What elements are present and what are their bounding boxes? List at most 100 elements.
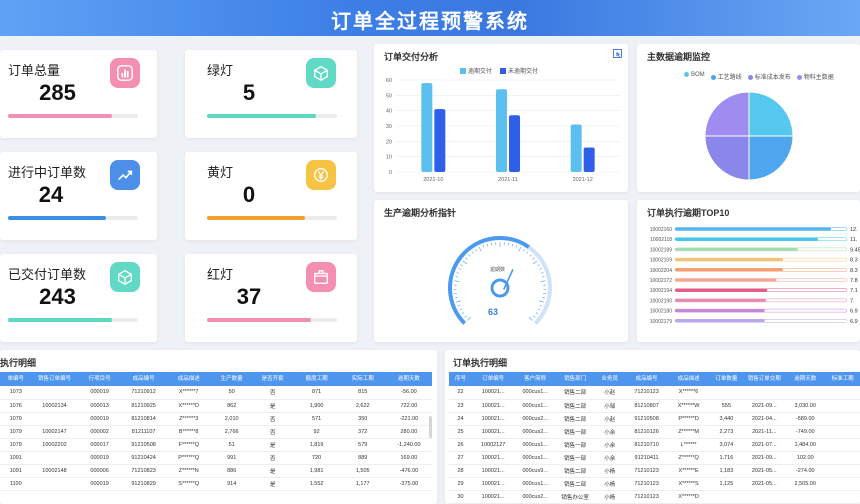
table-cell: 280.00	[385, 425, 432, 439]
column-header[interactable]: 实际工期	[339, 372, 386, 386]
column-header[interactable]: 是否齐套	[251, 372, 294, 386]
table-row[interactable]: 1079 10002147 000002 81211107 B******8 2,766 否…	[0, 425, 432, 439]
column-header[interactable]: 成品编号	[625, 372, 668, 386]
table-cell: 81211107	[121, 425, 166, 439]
table-row[interactable]: 24 100021... 000cus2... 销售二部 小赵 91210508 P****…	[449, 412, 860, 426]
table-cell: 2021-11...	[743, 425, 786, 439]
page-title: 订单全过程预警系统	[331, 11, 529, 33]
bar	[583, 147, 595, 172]
table-cell: 71210123	[625, 464, 668, 478]
table-row[interactable]: 1079 10002202 000017 91210508 F******Q 51 是 1,8…	[0, 438, 432, 452]
table-row[interactable]: 29 100021... 000cus1... 销售二部 小杨 71210123 X****…	[449, 477, 860, 491]
table-cell: 862	[211, 399, 252, 413]
stat-progress-bar	[8, 216, 138, 220]
gauge-tick	[462, 260, 468, 265]
stat-label: 已交付订单数	[8, 267, 87, 282]
table-row[interactable]: 23 100021... 000cus1... 销售二部 小邹 81210807 X****…	[449, 399, 860, 413]
table-cell: 1079	[0, 438, 32, 452]
gauge-hub	[490, 278, 510, 298]
table-cell: -375.00	[385, 477, 432, 491]
y-tick-label: 0	[389, 170, 392, 176]
table-cell: 销售一部	[556, 451, 595, 465]
stat-progress-bar	[8, 318, 138, 322]
gauge-tick	[464, 315, 467, 318]
column-header[interactable]: 成品编号	[121, 372, 166, 386]
gauge-tick	[532, 257, 535, 260]
table-cell: S******Q	[165, 477, 212, 491]
column-header[interactable]: 逾期天数	[385, 372, 432, 386]
column-header[interactable]: 单编号	[0, 372, 32, 386]
table-cell: 1100	[0, 477, 32, 491]
bar	[675, 298, 766, 302]
value-label: 9.45	[850, 247, 860, 253]
table-row[interactable]: 1079 000019 81210814 Z******3 2,010 否 571 350 -2…	[0, 412, 432, 426]
table-row[interactable]: 1100 000019 91210829 S******Q 914 是 1,552 1,177…	[0, 477, 432, 491]
table-cell: 000017	[77, 438, 122, 452]
column-header[interactable]: 额度工期	[293, 372, 340, 386]
table-row[interactable]: 30 100021... 000cus2... 销售办公室 小杨 71210123 X***…	[449, 490, 860, 504]
table-cell: 000019	[77, 477, 122, 491]
column-header[interactable]: 订单数量	[709, 372, 744, 386]
table-row[interactable]: 25 100021... 000cus2... 销售一部 小余 81210126 Z****…	[449, 425, 860, 439]
column-header[interactable]: 行项目号	[77, 372, 122, 386]
column-header[interactable]: 逾期天数	[785, 372, 826, 386]
gauge-tick	[486, 243, 489, 247]
table-cell: 1079	[0, 412, 32, 426]
table-row[interactable]: 26 10002127 000cus1... 销售一部 小余 81210710 L*****…	[449, 438, 860, 452]
gauge-tick	[539, 305, 543, 307]
table-cell: 000019	[77, 412, 122, 426]
table-row[interactable]: 1073 000019 71210912 X******7 50 否 871 815 -56.0…	[0, 386, 432, 400]
bar-chart-icon	[110, 58, 140, 88]
table-row[interactable]: 1091 10002148 000006 71210823 Z******N 886 是 1,…	[0, 464, 432, 478]
master-data-pie-chart	[704, 91, 794, 181]
column-header[interactable]: 序号	[449, 372, 473, 386]
column-header[interactable]: 生产数量	[211, 372, 252, 386]
column-header[interactable]: 销售订单交期	[743, 372, 786, 386]
stat-progress-bar	[8, 114, 138, 118]
table-cell: 91210829	[121, 477, 166, 491]
table-cell: 000cus2...	[514, 425, 557, 439]
column-header[interactable]: 销售部门	[556, 372, 595, 386]
column-header[interactable]: 成品描述	[667, 372, 710, 386]
table-cell: 26	[449, 438, 473, 452]
table-cell: X******S	[667, 477, 710, 491]
table-cell: 100021...	[472, 399, 515, 413]
column-header[interactable]: 订单编号	[472, 372, 515, 386]
table-row[interactable]: 22 100021... 000cus1... 销售二部 小赵 71210123 X****…	[449, 386, 860, 400]
table-cell: 是	[251, 464, 294, 478]
column-header[interactable]: 成品描述	[165, 372, 212, 386]
stat-card-in-progress: 进行中订单数 24	[0, 152, 157, 240]
column-header[interactable]: 业务员	[594, 372, 626, 386]
table-row[interactable]: 28 100021... 000cus9... 销售二部 小杨 71210123 X****…	[449, 464, 860, 478]
value-label: 12.	[850, 227, 858, 233]
table-row[interactable]: 1091 000019 91210424 P******Q 991 否 720 889 169.…	[0, 451, 432, 465]
column-header[interactable]: 标准工期	[825, 372, 860, 386]
gauge-tick	[515, 245, 518, 248]
column-header[interactable]: 销售订单编号	[31, 372, 78, 386]
table-cell: 3,030.00	[785, 399, 826, 413]
table-cell: 小余	[594, 438, 626, 452]
category-label: 10002172	[650, 278, 672, 284]
column-header[interactable]: 客户简称	[514, 372, 557, 386]
table-cell: 100021...	[472, 490, 515, 504]
gauge-tick	[455, 297, 458, 299]
table-row[interactable]: 1076 10002134 000013 81210925 X******D 862 是 1,…	[0, 399, 432, 413]
table-cell: 2,766	[211, 425, 252, 439]
table-cell: -589.00	[785, 412, 826, 426]
gauge-tick	[535, 312, 539, 315]
table-cell: 2021-09...	[743, 451, 786, 465]
scrollbar[interactable]	[429, 416, 432, 438]
table-cell: -1,240.00	[385, 438, 432, 452]
table-cell: 小余	[594, 425, 626, 439]
table-cell: X******D	[667, 490, 710, 504]
table-cell: 000006	[77, 464, 122, 478]
table-cell: 2021-07...	[743, 438, 786, 452]
gauge-tick	[526, 251, 529, 254]
table-cell	[825, 438, 860, 452]
table-cell: Z******3	[165, 412, 212, 426]
table-row[interactable]: 27 100021... 000cus1... 销售一部 小余 91210411 Z****…	[449, 451, 860, 465]
table-cell: 1,981	[293, 464, 340, 478]
gauge-tick	[538, 300, 544, 303]
table-cell: 1,900	[293, 399, 340, 413]
table-cell	[743, 490, 786, 504]
